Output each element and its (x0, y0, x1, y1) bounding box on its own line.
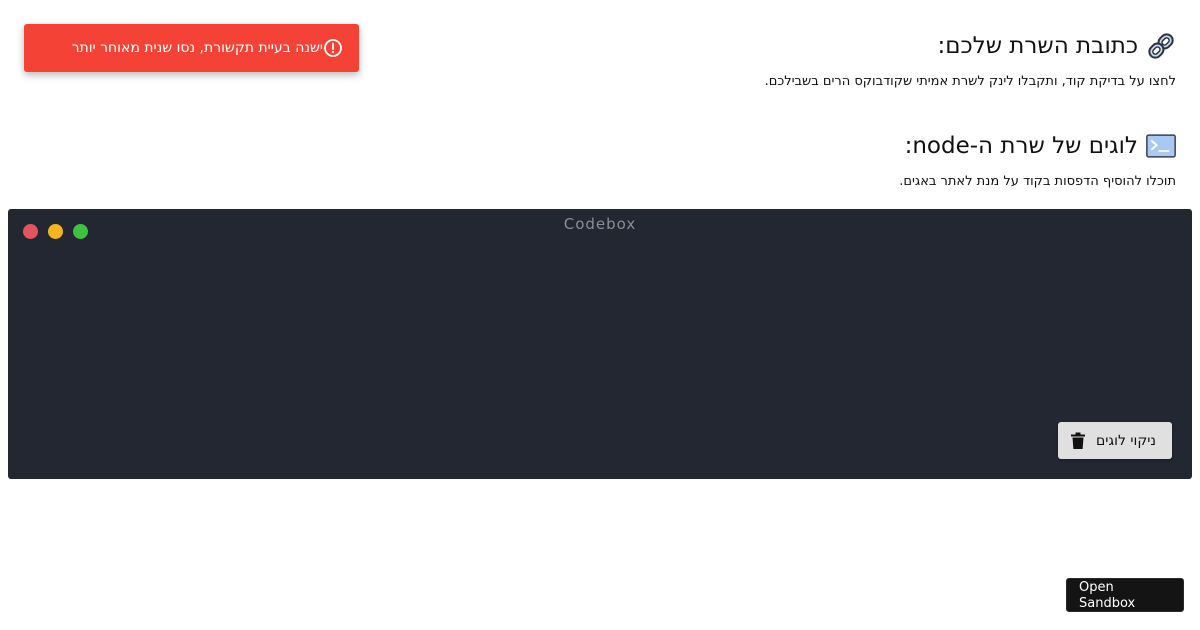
server-url-title-text: כתובת השרת שלכם: (937, 33, 1138, 59)
trash-icon (1070, 432, 1086, 450)
node-logs-description: תוכלו להוסיף הדפסות בקוד על מנת לאתר באג… (899, 174, 1176, 189)
clear-logs-button[interactable]: ניקוי לוגים (1057, 422, 1172, 459)
error-toast[interactable]: ישנה בעיית תקשורת, נסו שנית מאוחר יותר (24, 24, 359, 72)
node-logs-title-text: לוגים של שרת ה-node: (904, 133, 1138, 159)
codebox-terminal[interactable]: Codebox ניקוי לוגים (8, 209, 1192, 479)
server-url-title: כתובת השרת שלכם: (456, 30, 1176, 62)
clear-logs-label: ניקוי לוגים (1095, 432, 1156, 449)
alert-circle-icon (323, 38, 343, 58)
codebox-title: Codebox (563, 215, 637, 233)
toast-message: ישנה בעיית תקשורת, נסו שנית מאוחר יותר (71, 40, 323, 56)
open-sandbox-button[interactable]: Open Sandbox (1066, 578, 1184, 612)
link-icon (1146, 31, 1176, 61)
server-url-description: לחצו על בדיקת קוד, ותקבלו לינק לשרת אמית… (764, 74, 1176, 89)
terminal-icon (1146, 131, 1176, 161)
page: ישנה בעיית תקשורת, נסו שנית מאוחר יותר כ… (0, 0, 1200, 630)
node-logs-title: לוגים של שרת ה-node: (456, 130, 1176, 162)
node-logs-section: לוגים של שרת ה-node: תוכלו להוסיף הדפסות… (456, 130, 1176, 189)
server-url-section: כתובת השרת שלכם: לחצו על בדיקת קוד, ותקב… (456, 30, 1176, 89)
